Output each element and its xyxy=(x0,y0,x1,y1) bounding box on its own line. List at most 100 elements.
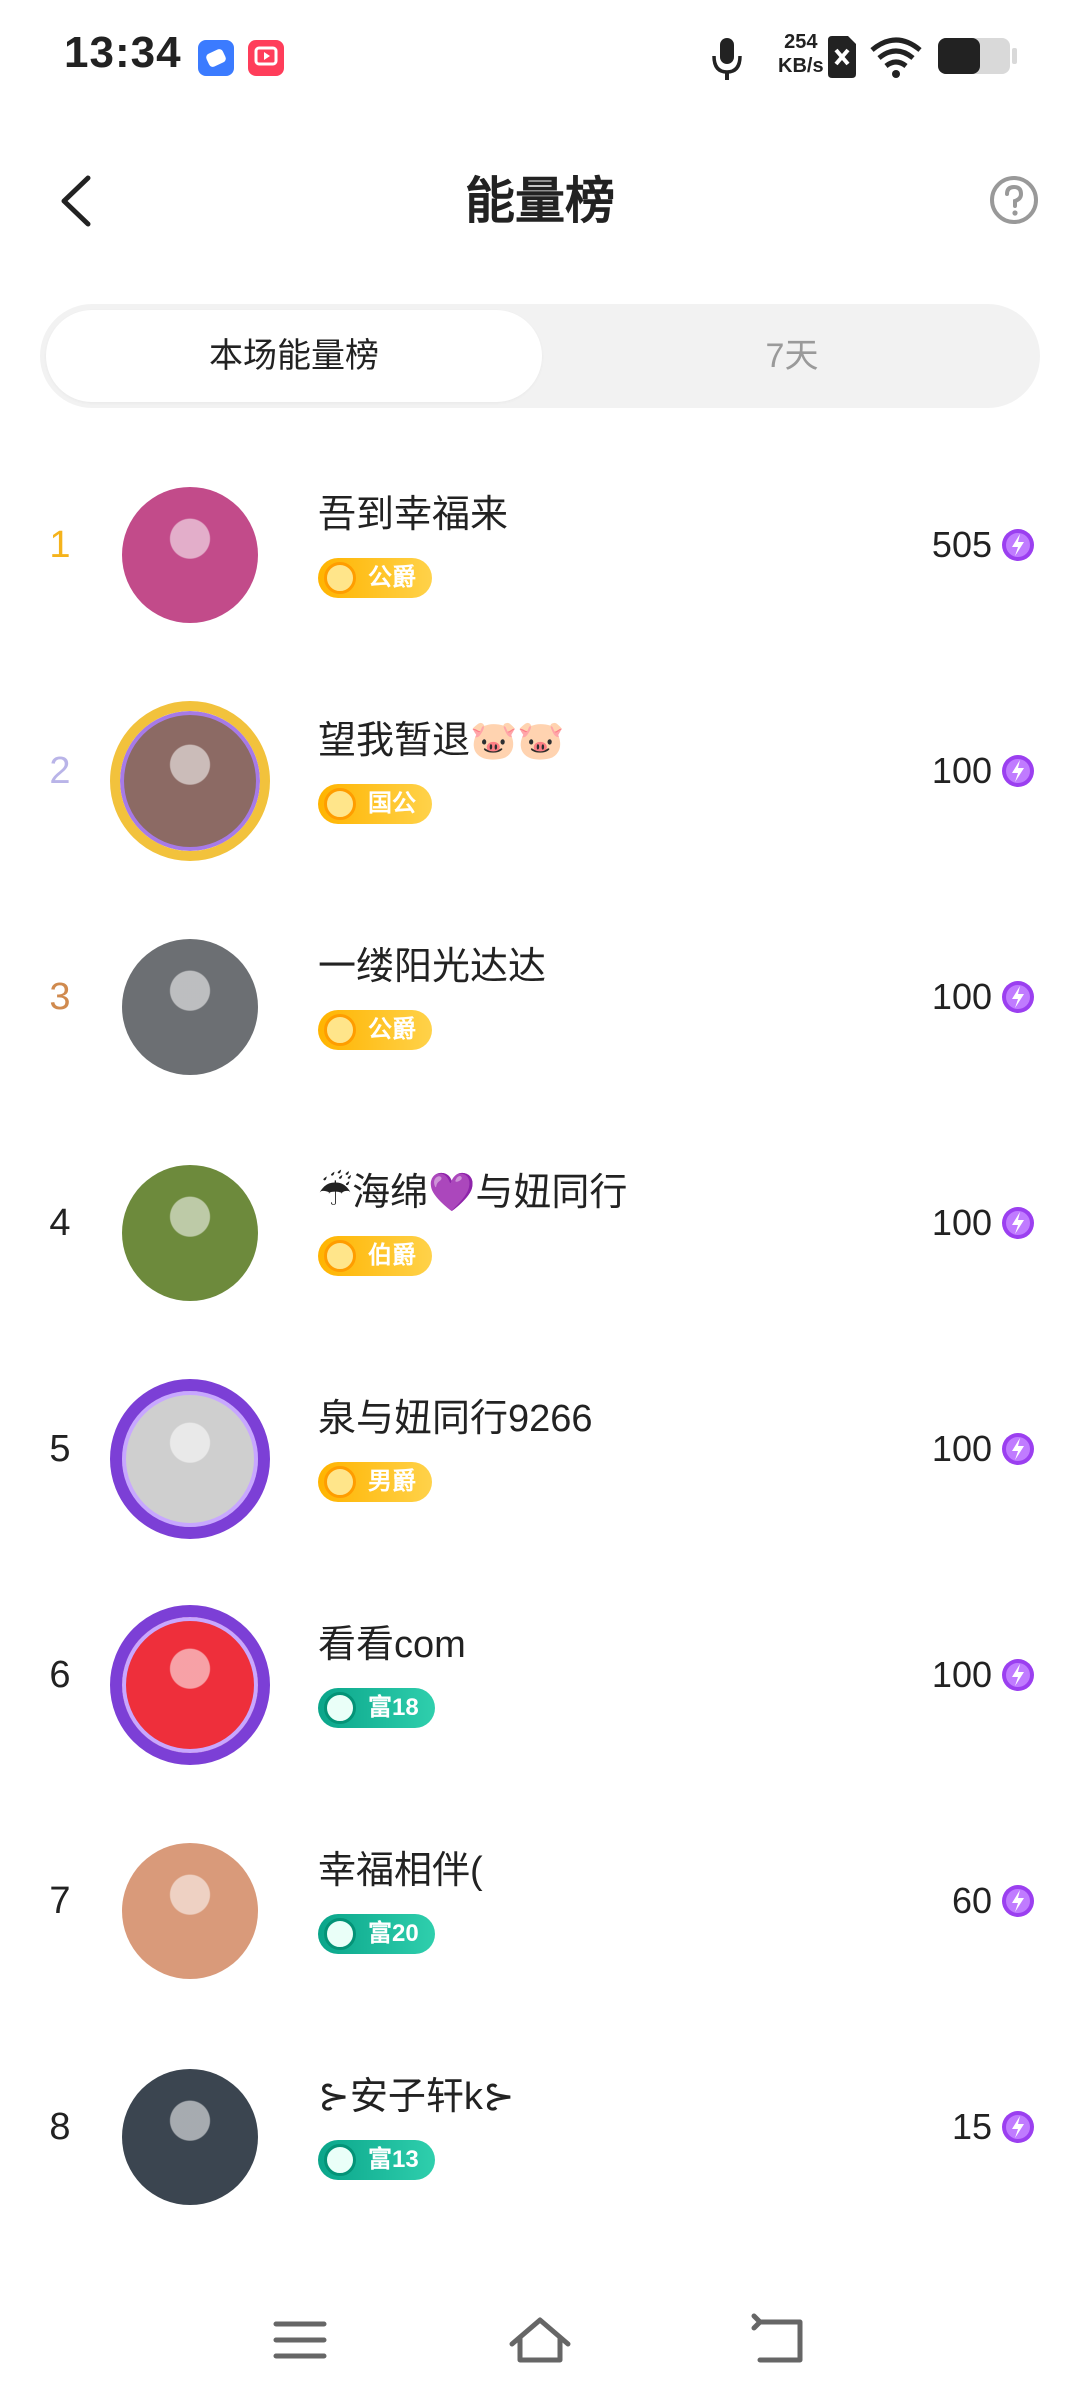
net-speed-unit: KB/s xyxy=(778,55,824,77)
menu-icon xyxy=(273,2321,327,2359)
user-name: 幸福相伴( xyxy=(318,1850,483,1892)
energy-score: 505 xyxy=(931,524,992,565)
energy-lightning-icon xyxy=(1002,2111,1034,2143)
user-name: 泉与妞同行9266 xyxy=(318,1398,593,1440)
avatar[interactable] xyxy=(110,475,270,635)
rank-number: 3 xyxy=(49,976,71,1018)
badge-label: 富13 xyxy=(368,2146,419,2173)
ranking-row[interactable]: 1 吾到幸福来公爵 505 xyxy=(0,430,1080,660)
badge-icon xyxy=(324,1918,356,1950)
question-circle-icon xyxy=(990,176,1038,224)
badge-icon xyxy=(324,2144,356,2176)
avatar-image xyxy=(122,2069,258,2205)
help-button[interactable] xyxy=(988,174,1040,226)
energy-lightning-icon xyxy=(1002,1207,1034,1239)
status-bar: 13:34 254 KB/s xyxy=(0,0,1080,110)
net-speed-value: 254 xyxy=(784,31,818,53)
user-name: 望我暂退🐷🐷 xyxy=(318,720,565,762)
back-nav-button[interactable] xyxy=(744,2310,816,2370)
ranking-row[interactable]: 6 看看com 富18 100 xyxy=(0,1560,1080,1790)
badge-icon xyxy=(324,1692,356,1724)
avatar[interactable] xyxy=(110,701,270,861)
level-badge: 富20 xyxy=(318,1914,435,1954)
avatar-image xyxy=(122,1165,258,1301)
net-speed: 254 KB/s xyxy=(778,30,824,78)
badge-label: 公爵 xyxy=(368,1016,416,1043)
avatar[interactable] xyxy=(110,927,270,1087)
badge-label: 富20 xyxy=(368,1920,419,1947)
wifi-icon xyxy=(870,37,922,78)
user-name: 一缕阳光达达 xyxy=(318,946,547,988)
rank-number: 8 xyxy=(49,2106,71,2148)
avatar[interactable] xyxy=(110,1831,270,1991)
ranking-row[interactable]: 5 泉与妞同行9266 男爵 100 xyxy=(0,1334,1080,1564)
home-icon xyxy=(509,2317,571,2363)
energy-score: 100 xyxy=(931,1202,992,1243)
user-name: ☔海绵💜与妞同行 xyxy=(318,1172,628,1214)
level-badge: 公爵 xyxy=(318,558,432,598)
badge-label: 富18 xyxy=(368,1694,419,1721)
energy-lightning-icon xyxy=(1002,1885,1034,1917)
tab-current-session[interactable]: 本场能量榜 xyxy=(46,310,542,402)
tab-switcher: 本场能量榜 7天 xyxy=(40,304,1040,408)
avatar[interactable] xyxy=(110,1605,270,1765)
level-badge: 国公 xyxy=(318,784,432,824)
back-nav-icon xyxy=(751,2313,803,2363)
energy-score: 100 xyxy=(931,1654,992,1695)
energy-score: 100 xyxy=(931,976,992,1017)
user-name: 看看com xyxy=(318,1624,466,1666)
status-time: 13:34 xyxy=(64,28,182,77)
rank-number: 4 xyxy=(49,1202,71,1244)
energy-lightning-icon xyxy=(1002,1433,1034,1465)
badge-label: 伯爵 xyxy=(368,1242,416,1269)
page-title: 能量榜 xyxy=(465,173,615,229)
battery-icon xyxy=(938,38,1017,74)
user-name: 吾到幸福来 xyxy=(318,494,509,536)
badge-icon xyxy=(324,788,356,820)
energy-score: 60 xyxy=(951,1880,992,1921)
rank-number: 1 xyxy=(49,524,71,566)
ranking-row[interactable]: 2 望我暂退🐷🐷 国公 100 xyxy=(0,656,1080,886)
badge-label: 公爵 xyxy=(368,564,416,591)
badge-label: 男爵 xyxy=(368,1468,416,1495)
energy-lightning-icon xyxy=(1002,981,1034,1013)
avatar-frame-gold xyxy=(110,701,270,861)
sim-off-icon xyxy=(828,36,856,78)
system-nav-bar xyxy=(0,2288,1080,2400)
ranking-row[interactable]: 7 幸福相伴(富20 60 xyxy=(0,1786,1080,2016)
app-icon-red xyxy=(248,40,284,76)
energy-score: 100 xyxy=(931,1428,992,1469)
tab-7-days[interactable]: 7天 xyxy=(572,310,1012,402)
avatar[interactable] xyxy=(110,1153,270,1313)
avatar-frame-purple xyxy=(110,1379,270,1539)
level-badge: 伯爵 xyxy=(318,1236,432,1276)
rank-number: 5 xyxy=(49,1428,71,1470)
avatar-image xyxy=(122,1843,258,1979)
level-badge: 富13 xyxy=(318,2140,435,2180)
avatar[interactable] xyxy=(110,1379,270,1539)
badge-icon xyxy=(324,1014,356,1046)
menu-button[interactable] xyxy=(264,2310,336,2370)
rank-number: 2 xyxy=(49,750,71,792)
badge-icon xyxy=(324,1240,356,1272)
mic-icon xyxy=(712,38,742,80)
energy-lightning-icon xyxy=(1002,755,1034,787)
app-icon-blue xyxy=(198,40,234,76)
badge-icon xyxy=(324,1466,356,1498)
level-badge: 公爵 xyxy=(318,1010,432,1050)
energy-lightning-icon xyxy=(1002,1659,1034,1691)
ranking-row[interactable]: 3 一缕阳光达达公爵 100 xyxy=(0,882,1080,1112)
energy-lightning-icon xyxy=(1002,529,1034,561)
avatar-image xyxy=(122,487,258,623)
user-name: ⊱安子轩k⊱ xyxy=(318,2076,515,2118)
badge-label: 国公 xyxy=(368,790,416,817)
home-button[interactable] xyxy=(504,2310,576,2370)
rank-number: 6 xyxy=(49,1654,71,1696)
ranking-row[interactable]: 4 ☔海绵💜与妞同行伯爵 100 xyxy=(0,1108,1080,1338)
avatar-image xyxy=(122,939,258,1075)
level-badge: 富18 xyxy=(318,1688,435,1728)
energy-score: 15 xyxy=(951,2106,992,2147)
badge-icon xyxy=(324,562,356,594)
avatar[interactable] xyxy=(110,2057,270,2217)
ranking-row[interactable]: 8 ⊱安子轩k⊱ 富13 15 xyxy=(0,2012,1080,2242)
